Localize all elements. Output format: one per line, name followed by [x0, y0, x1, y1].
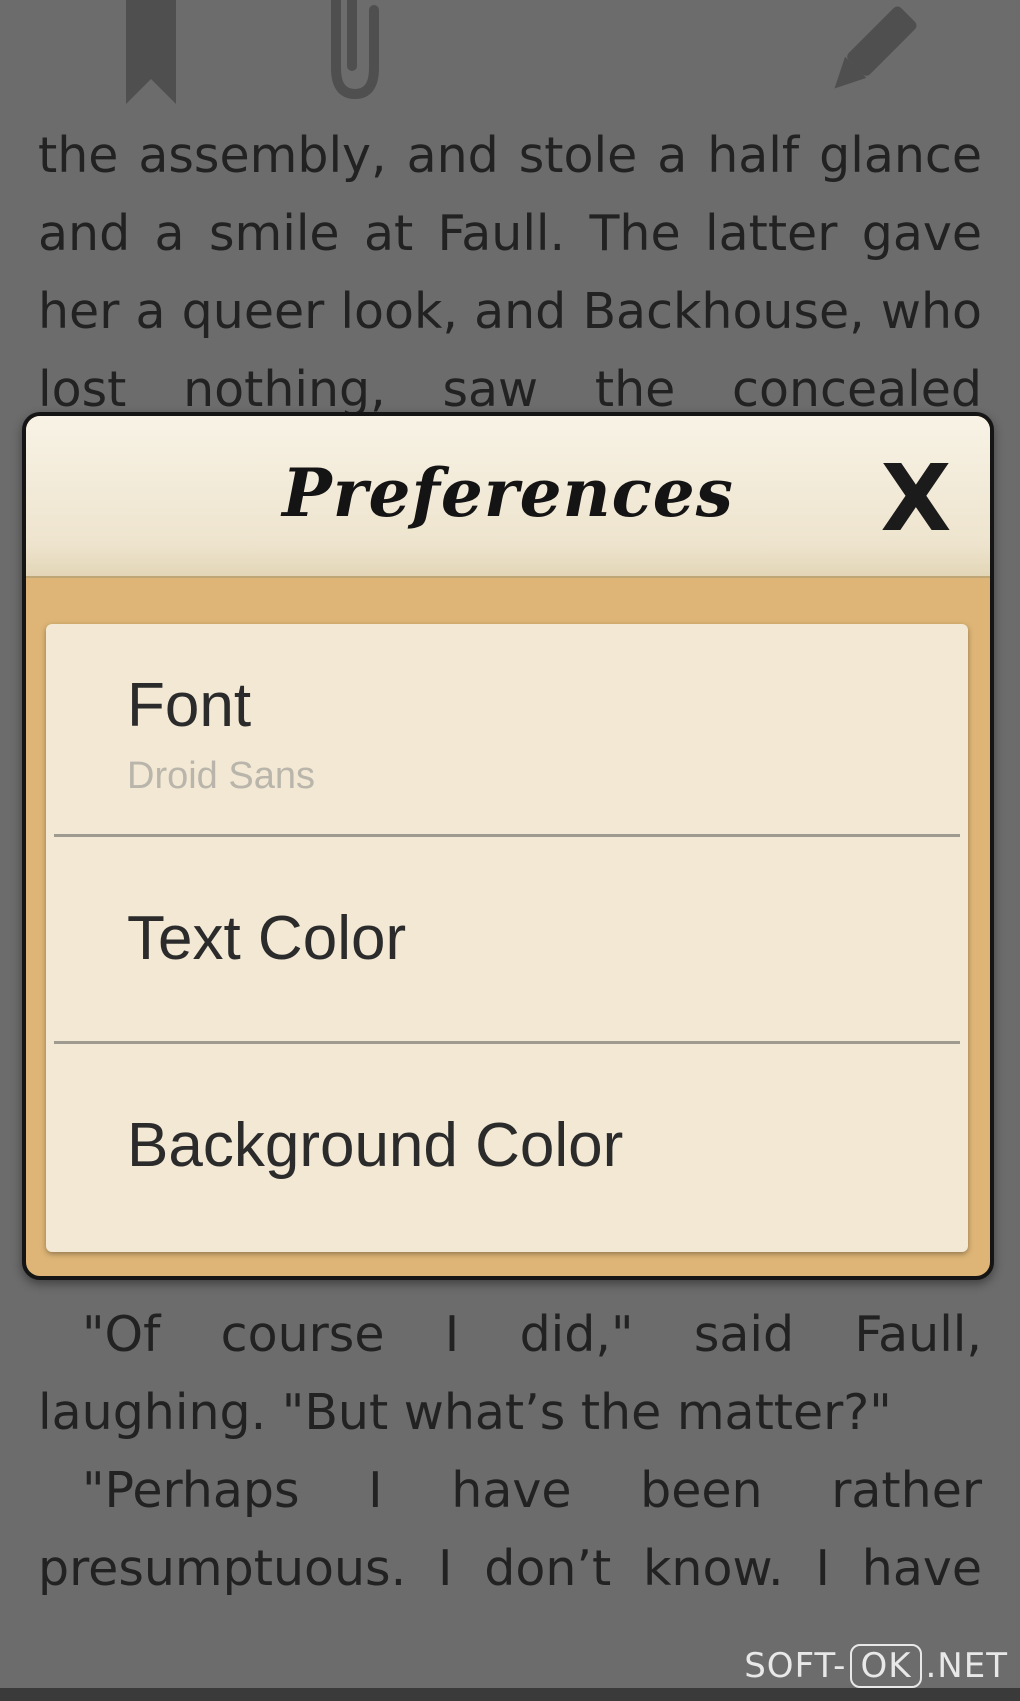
paperclip-icon[interactable]	[322, 0, 388, 114]
watermark-part: OK	[850, 1644, 922, 1688]
preferences-list: Font Droid Sans Text Color Background Co…	[46, 624, 968, 1252]
reading-text-top: the assembly, and stole a half glance an…	[38, 117, 982, 429]
watermark-part: .NET	[925, 1646, 1008, 1686]
text-line: presumptuous. I don’t know. I have	[38, 1540, 982, 1597]
watermark-part: SOFT-	[744, 1646, 847, 1686]
option-value: Droid Sans	[127, 755, 315, 797]
font-option[interactable]: Font Droid Sans	[46, 624, 968, 820]
preferences-dialog: Preferences X Font Droid Sans Text Color…	[22, 412, 994, 1280]
option-label: Text Color	[127, 904, 407, 973]
option-label: Font	[127, 671, 252, 740]
bookmark-icon[interactable]	[126, 0, 176, 104]
text-line: laughing. "But what’s the matter?"	[38, 1384, 892, 1441]
close-button[interactable]: X	[872, 453, 960, 545]
text-line: "Of course I did," said Faull,	[82, 1306, 982, 1363]
pencil-icon[interactable]	[812, 6, 922, 110]
text-line: and a smile at Faull. The latter gave	[38, 205, 982, 262]
dialog-title: Preferences	[282, 454, 734, 532]
option-label: Background Color	[127, 1111, 624, 1180]
bottom-bar	[0, 1688, 1020, 1701]
reading-text-bottom: "Of course I did," said Faull, laughing.…	[38, 1296, 982, 1608]
dialog-header: Preferences X	[26, 416, 990, 578]
background-color-option[interactable]: Background Color	[46, 1044, 968, 1250]
text-line: "Perhaps I have been rather	[82, 1462, 982, 1519]
text-line: her a queer look, and Backhouse, who	[38, 283, 982, 340]
text-color-option[interactable]: Text Color	[46, 837, 968, 1041]
watermark: SOFT- OK .NET	[744, 1644, 1008, 1688]
text-line: the assembly, and stole a half glance	[38, 127, 982, 184]
